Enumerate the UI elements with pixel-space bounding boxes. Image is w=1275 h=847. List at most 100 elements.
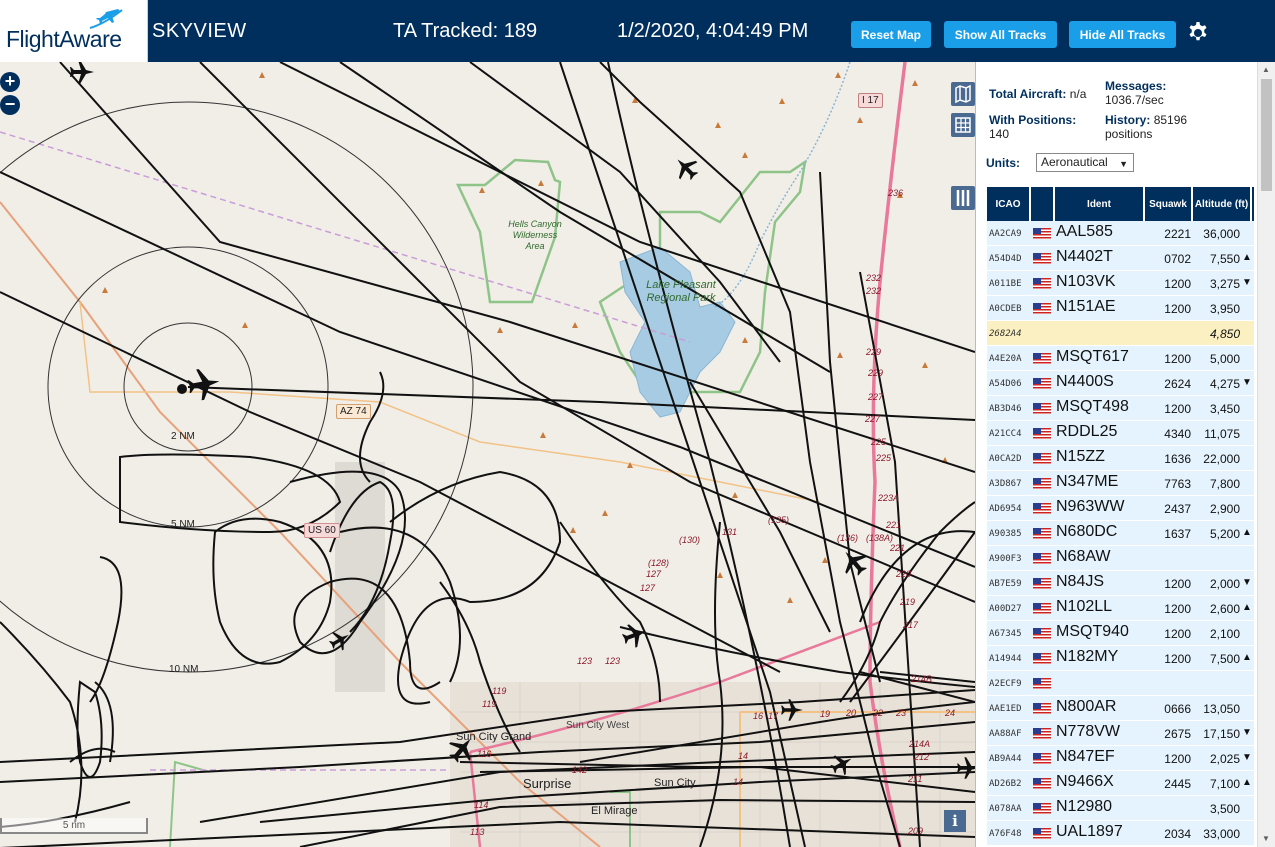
table-row[interactable]: A76F48 UAL1897 2034 33,000 <box>987 821 1254 846</box>
us-flag-icon <box>1033 653 1051 664</box>
table-row[interactable]: A4E20A MSQT617 1200 5,000 <box>987 346 1254 371</box>
road-number: 229 <box>866 347 882 357</box>
scroll-thumb[interactable] <box>1261 79 1272 191</box>
table-row[interactable]: AAE1ED N800AR 0666 13,050 <box>987 696 1254 721</box>
table-row[interactable]: AA2CA9 AAL585 2221 36,000 <box>987 221 1254 246</box>
label-sun-city-west: Sun City West <box>566 720 630 731</box>
table-row[interactable]: AB3D46 MSQT498 1200 3,450 <box>987 396 1254 421</box>
col-icao[interactable]: ICAO <box>987 187 1031 221</box>
table-row[interactable]: AB7E59 N84JS 1200 2,000 ▼ <box>987 571 1254 596</box>
row-squawk: 4340 <box>1164 427 1191 441</box>
row-icao: A54D06 <box>989 379 1022 389</box>
row-altitude: 22,000 <box>1203 452 1240 466</box>
table-row[interactable]: A900F3 N68AW <box>987 546 1254 571</box>
map-layers-button[interactable] <box>951 82 975 106</box>
show-all-tracks-button[interactable]: Show All Tracks <box>944 21 1057 48</box>
zoom-in-button[interactable]: + <box>0 72 20 92</box>
us-flag-icon <box>1033 378 1051 389</box>
scroll-up-icon[interactable]: ▲ <box>1262 65 1270 74</box>
us-flag-icon <box>1033 403 1051 414</box>
gear-icon[interactable] <box>1186 19 1210 43</box>
scroll-down-icon[interactable]: ▼ <box>1262 834 1270 843</box>
col-flag[interactable] <box>1031 187 1055 221</box>
table-row[interactable]: A078AA N12980 3,500 <box>987 796 1254 821</box>
table-row[interactable]: A21CC4 RDDL25 4340 11,075 <box>987 421 1254 446</box>
table-row[interactable]: A0CDEB N151AE 1200 3,950 <box>987 296 1254 321</box>
table-row[interactable]: A00D27 N102LL 1200 2,600 ▲ <box>987 596 1254 621</box>
columns-toggle-button[interactable] <box>951 186 975 210</box>
road-number: (128) <box>648 558 670 568</box>
road-number: 20 <box>846 708 857 718</box>
row-squawk: 1200 <box>1164 577 1191 591</box>
col-altitude[interactable]: Altitude (ft) <box>1193 187 1252 221</box>
flightaware-logo[interactable]: FlightAware <box>0 0 148 62</box>
table-row[interactable]: A90385 N680DC 1637 5,200 ▲ <box>987 521 1254 546</box>
row-altitude: 7,100 <box>1209 777 1240 791</box>
road-number: 221 <box>886 520 902 530</box>
road-number: 119 <box>492 686 507 696</box>
table-row[interactable]: A67345 MSQT940 1200 2,100 <box>987 621 1254 646</box>
table-row[interactable]: A2ECF9 <box>987 671 1254 696</box>
row-icao: A0CA2D <box>989 454 1022 464</box>
table-row[interactable]: AD6954 N963WW 2437 2,900 <box>987 496 1254 521</box>
row-ident: AAL585 <box>1056 223 1113 240</box>
info-button[interactable]: i <box>944 810 966 832</box>
reset-map-button[interactable]: Reset Map <box>851 21 931 48</box>
aircraft-table: ICAO Ident Squawk Altitude (ft) AA2CA9 AA… <box>987 187 1254 846</box>
col-ident[interactable]: Ident <box>1055 187 1145 221</box>
total-aircraft-label: Total Aircraft: <box>989 87 1067 101</box>
row-squawk: 1200 <box>1164 277 1191 291</box>
road-number: 22 <box>873 708 884 718</box>
road-number: 17 <box>768 711 779 721</box>
row-icao: AA88AF <box>989 729 1022 739</box>
table-row[interactable]: AD26B2 N9466X 2445 7,100 ▲ <box>987 771 1254 796</box>
units-label: Units: <box>986 156 1020 170</box>
row-ident: RDDL25 <box>1056 423 1118 440</box>
table-row[interactable]: A3D867 N347ME 7763 7,800 <box>987 471 1254 496</box>
us-flag-icon <box>1033 353 1051 364</box>
row-ident: UAL1897 <box>1056 823 1123 840</box>
table-row[interactable]: A0CA2D N15ZZ 1636 22,000 <box>987 446 1254 471</box>
road-number: 214A <box>909 739 931 749</box>
row-ident: N4402T <box>1056 248 1113 265</box>
altitude-trend-icon: ▲ <box>1242 777 1252 788</box>
row-squawk: 1200 <box>1164 752 1191 766</box>
county-boundary <box>0 131 691 343</box>
table-row[interactable]: AB9A44 N847EF 1200 2,025 ▼ <box>987 746 1254 771</box>
row-squawk: 1200 <box>1164 302 1191 316</box>
tracked-count: TA Tracked: 189 <box>393 20 538 42</box>
history-stat: History: 85196 positions <box>1105 113 1215 141</box>
us-flag-icon <box>1033 678 1051 689</box>
row-squawk: 2034 <box>1164 827 1191 841</box>
table-row[interactable]: 2682A4 4,850 <box>987 321 1254 346</box>
col-squawk[interactable]: Squawk <box>1145 187 1193 221</box>
row-ident: N847EF <box>1056 748 1115 765</box>
table-row[interactable]: A011BE N103VK 1200 3,275 ▼ <box>987 271 1254 296</box>
zoom-out-button[interactable]: − <box>0 95 20 115</box>
row-altitude: 2,000 <box>1209 577 1240 591</box>
table-row[interactable]: A54D06 N4400S 2624 4,275 ▼ <box>987 371 1254 396</box>
road-number: 212 <box>914 752 930 762</box>
us-flag-icon <box>1033 253 1051 264</box>
park-boundary-sw <box>169 760 211 847</box>
current-datetime: 1/2/2020, 4:04:49 PM <box>617 20 809 42</box>
road-number: 225 <box>871 437 887 447</box>
row-squawk: 2624 <box>1164 377 1191 391</box>
row-icao: A0CDEB <box>989 304 1022 314</box>
positions-value: 140 <box>989 127 1010 141</box>
panel-scrollbar[interactable]: ▲ ▼ <box>1257 62 1275 847</box>
row-ident: N84JS <box>1056 573 1105 590</box>
grid-toggle-button[interactable] <box>951 113 975 137</box>
table-row[interactable]: A54D4D N4402T 0702 7,550 ▲ <box>987 246 1254 271</box>
row-ident: N103VK <box>1056 273 1116 290</box>
us-flag-icon <box>1033 478 1051 489</box>
table-row[interactable]: A14944 N182MY 1200 7,500 ▲ <box>987 646 1254 671</box>
table-row[interactable]: AA88AF N778VW 2675 17,150 ▼ <box>987 721 1254 746</box>
hide-all-tracks-button[interactable]: Hide All Tracks <box>1069 21 1176 48</box>
road-number: 232 <box>866 273 882 283</box>
map-view[interactable]: 2 NM 5 NM 10 NM Hells Canyon Wilderness … <box>0 62 975 847</box>
road-number: 232 <box>866 286 882 296</box>
road-number: 220 <box>896 569 912 579</box>
road-number: 223A <box>878 493 900 503</box>
units-select[interactable]: Aeronautical ▼ <box>1036 153 1134 172</box>
